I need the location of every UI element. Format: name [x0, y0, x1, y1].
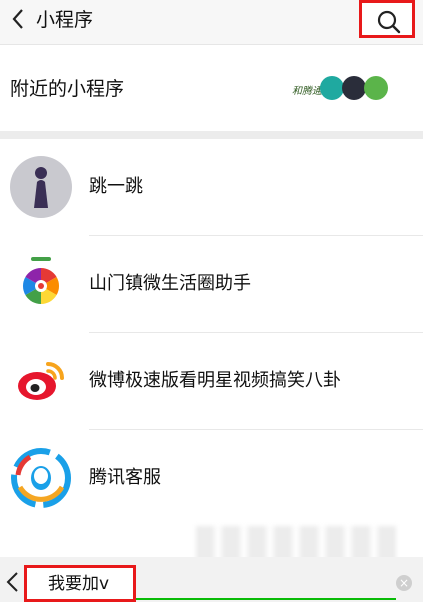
app-name: 腾讯客服 [89, 467, 161, 488]
chevron-left-icon[interactable] [4, 571, 22, 593]
list-item[interactable]: 微博极速版看明星视频搞笑八卦 [0, 333, 423, 430]
nearby-logos: 和腾通 [290, 73, 400, 103]
color-wheel-icon [10, 253, 72, 315]
nearby-logo-teal [320, 76, 344, 100]
tencent-service-icon [10, 447, 72, 509]
search-input[interactable]: 我要加v [24, 565, 136, 602]
list-item[interactable]: 腾讯客服 [0, 430, 423, 527]
clear-icon[interactable]: × [396, 575, 412, 591]
top-bar: 小程序 [0, 0, 423, 45]
nearby-mini-programs[interactable]: 附近的小程序 和腾通 [0, 45, 423, 131]
list-item[interactable]: 山门镇微生活圈助手 [0, 236, 423, 333]
nearby-logo-dark [342, 76, 366, 100]
bottom-search-bar: 我要加v × [0, 557, 423, 602]
chevron-left-icon[interactable] [6, 6, 32, 32]
weibo-icon [10, 350, 72, 412]
nearby-logo-green [364, 76, 388, 100]
mini-program-list: 跳一跳 山门镇微生活圈助手 微博极速版看明星视频搞笑八卦 腾讯客服 [0, 139, 423, 527]
input-underline [136, 598, 396, 600]
page-title: 小程序 [36, 9, 94, 31]
app-name: 山门镇微生活圈助手 [89, 273, 251, 294]
nearby-label: 附近的小程序 [10, 78, 125, 100]
list-item[interactable]: 跳一跳 [0, 139, 423, 236]
nearby-logo-text: 和腾通 [292, 86, 322, 97]
app-name: 微博极速版看明星视频搞笑八卦 [89, 370, 341, 391]
jump-game-icon [10, 156, 72, 218]
search-input-value: 我要加v [48, 574, 110, 594]
search-icon [377, 10, 401, 34]
search-button[interactable] [359, 0, 415, 38]
app-name: 跳一跳 [89, 176, 143, 197]
section-separator [0, 131, 423, 139]
